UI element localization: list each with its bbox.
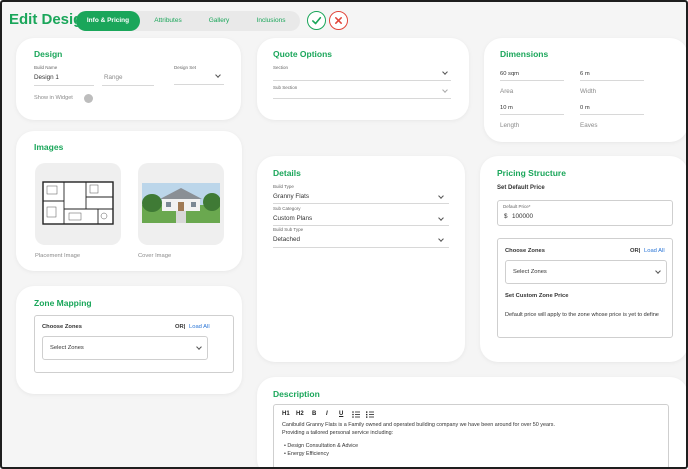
bullet-text-2: Energy Efficiency: [287, 451, 329, 457]
tab-inclusions[interactable]: Inclusions: [242, 11, 300, 31]
set-custom-zone-price-label: Set Custom Zone Price: [505, 293, 569, 299]
tab-info-pricing[interactable]: Info & Pricing: [76, 11, 140, 31]
zone-select-zones-placeholder: Select Zones: [50, 345, 84, 351]
description-paragraph-1: Canibuild Granny Flats is a Family owned…: [282, 422, 555, 428]
pricing-choose-zones-label: Choose Zones: [505, 248, 545, 254]
cover-image-label: Cover Image: [138, 253, 172, 259]
bullet-text-1: Design Consultation & Advice: [287, 443, 359, 449]
pricing-title: Pricing Structure: [497, 168, 566, 178]
eaves-value[interactable]: 0 m: [580, 105, 590, 111]
description-paragraph-2: Providing a tailored personal service in…: [282, 430, 394, 436]
sub-category-select[interactable]: Custom Plans: [273, 215, 312, 222]
bullet-list-icon[interactable]: [352, 411, 360, 418]
pricing-select-zones[interactable]: Select Zones: [505, 260, 667, 284]
show-in-widget-label: Show in Widget: [34, 95, 73, 101]
floor-plan-icon: [42, 181, 114, 225]
quote-options-card: Quote Options Section Sub Section: [257, 38, 469, 120]
width-label: Width: [580, 88, 597, 95]
build-sub-type-select[interactable]: Detached: [273, 236, 300, 243]
default-price-field[interactable]: Default Price* $ 100000: [497, 200, 673, 226]
sub-section-chevron-icon[interactable]: [442, 87, 448, 93]
app-frame: Edit Design Info & Pricing Attributes Ga…: [0, 0, 688, 469]
placement-image-label: Placement Image: [35, 253, 81, 259]
eaves-label: Eaves: [580, 122, 598, 129]
pricing-card: Pricing Structure Set Default Price Defa…: [480, 156, 686, 362]
width-value[interactable]: 6 m: [580, 71, 590, 77]
pricing-select-zones-chevron-icon: [655, 268, 661, 274]
description-title: Description: [273, 389, 320, 399]
area-value[interactable]: 60 sqm: [500, 71, 519, 77]
zone-mapping-title: Zone Mapping: [34, 298, 92, 308]
build-sub-type-chevron-icon[interactable]: [438, 236, 444, 242]
pricing-zones-box: Choose Zones OR| Load All Select Zones S…: [497, 238, 673, 338]
build-type-label: Build Type: [273, 184, 294, 189]
show-in-widget-toggle[interactable]: [84, 94, 93, 103]
zone-or-label: OR|: [175, 324, 186, 330]
dimensions-card: Dimensions 60 sqm Area 6 m Width 10 m Le…: [484, 38, 686, 142]
cancel-button[interactable]: [329, 11, 348, 30]
build-name-label: Build Name: [34, 65, 58, 70]
italic-button[interactable]: I: [326, 411, 328, 417]
tab-attributes[interactable]: Attributes: [140, 11, 196, 31]
zone-mapping-card: Zone Mapping Choose Zones OR| Load All S…: [16, 286, 242, 394]
zone-load-all-link[interactable]: Load All: [189, 324, 210, 330]
description-card: Description H1 H2 B I U Canibuild Granny…: [257, 377, 686, 467]
images-card: Images Placement Image Cover Image: [16, 131, 242, 271]
underline-button[interactable]: U: [339, 411, 343, 417]
design-card: Design Build Name Design 1 Range Design …: [16, 38, 241, 120]
design-set-chevron-icon[interactable]: [215, 72, 221, 78]
details-card: Details Build Type Granny Flats Sub Cate…: [257, 156, 465, 362]
build-type-chevron-icon[interactable]: [438, 193, 444, 199]
h2-button[interactable]: H2: [296, 411, 304, 417]
zone-choose-zones-label: Choose Zones: [42, 324, 82, 330]
pricing-note: Default price will apply to the zone who…: [505, 312, 659, 318]
section-select[interactable]: Section: [273, 65, 288, 70]
h1-button[interactable]: H1: [282, 411, 290, 417]
build-type-select[interactable]: Granny Flats: [273, 193, 309, 200]
house-photo-icon: [142, 183, 220, 223]
zone-select-zones[interactable]: Select Zones: [42, 336, 208, 360]
tab-bar: Info & Pricing Attributes Gallery Inclus…: [76, 11, 300, 31]
quote-options-title: Quote Options: [273, 49, 333, 59]
area-label: Area: [500, 88, 514, 95]
length-label: Length: [500, 122, 520, 129]
numbered-list-icon[interactable]: [366, 411, 374, 418]
images-title: Images: [34, 142, 64, 152]
zone-mapping-box: Choose Zones OR| Load All Select Zones: [34, 315, 234, 373]
tab-gallery[interactable]: Gallery: [196, 11, 242, 31]
range-input[interactable]: Range: [104, 74, 123, 81]
length-value[interactable]: 10 m: [500, 105, 513, 111]
sub-category-label: Sub Category: [273, 206, 301, 211]
section-chevron-icon[interactable]: [442, 69, 448, 75]
default-price-label: Default Price*: [503, 204, 531, 209]
sub-section-select[interactable]: Sub Section: [273, 85, 297, 90]
cover-image[interactable]: [138, 163, 224, 245]
pricing-or-label: OR|: [630, 248, 641, 254]
description-editor[interactable]: H1 H2 B I U Canibuild Granny Flats is a …: [273, 404, 669, 467]
zone-select-zones-chevron-icon: [196, 344, 202, 350]
save-button[interactable]: [307, 11, 326, 30]
default-price-input[interactable]: 100000: [512, 213, 533, 220]
dimensions-title: Dimensions: [500, 49, 549, 59]
set-default-price-label: Set Default Price: [497, 185, 545, 191]
build-sub-type-label: Build Sub Type: [273, 227, 304, 232]
description-bullet-1: • Design Consultation & Advice: [284, 443, 359, 449]
bold-button[interactable]: B: [312, 411, 316, 417]
build-name-input[interactable]: Design 1: [34, 74, 59, 81]
design-title: Design: [34, 49, 63, 59]
design-set-label: Design Set: [174, 65, 197, 70]
currency-symbol: $: [504, 213, 508, 220]
details-title: Details: [273, 168, 301, 178]
close-icon: [335, 17, 342, 24]
sub-category-chevron-icon[interactable]: [438, 215, 444, 221]
placement-image[interactable]: [35, 163, 121, 245]
pricing-select-zones-placeholder: Select Zones: [513, 269, 547, 275]
pricing-load-all-link[interactable]: Load All: [644, 248, 665, 254]
description-bullet-2: • Energy Efficiency: [284, 451, 329, 457]
check-icon: [312, 16, 322, 25]
